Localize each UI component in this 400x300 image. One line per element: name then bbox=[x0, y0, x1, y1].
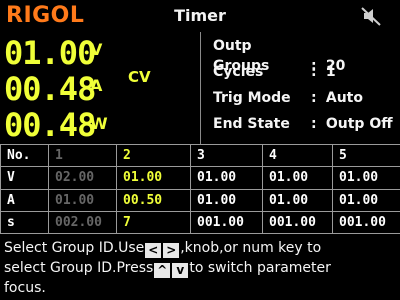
table-cell[interactable]: 7 bbox=[116, 210, 191, 235]
setting-value: Auto bbox=[325, 90, 363, 106]
column-header[interactable]: 4 bbox=[262, 143, 333, 168]
table-cell[interactable]: 01.00 bbox=[190, 166, 263, 190]
setting-value: 1 bbox=[325, 64, 336, 80]
column-header: No. bbox=[0, 143, 49, 168]
help-line-2: select Group ID.Press bbox=[4, 260, 154, 276]
timer-group-table: No. 1 2 3 4 5 V 02.00 01.00 01.00 01.00 … bbox=[0, 143, 400, 235]
power-readout: 00.48 bbox=[4, 106, 96, 144]
table-cell[interactable]: 01.00 bbox=[48, 188, 117, 212]
table-cell[interactable]: 002.00 bbox=[48, 210, 117, 235]
column-header[interactable]: 2 bbox=[116, 143, 191, 168]
down-arrow-key-icon: v bbox=[172, 263, 189, 278]
table-cell[interactable]: 01.00 bbox=[262, 188, 333, 212]
table-cell[interactable]: 001.00 bbox=[190, 210, 263, 235]
left-arrow-key-icon: < bbox=[145, 243, 162, 258]
table-cell[interactable]: 001.00 bbox=[262, 210, 333, 235]
timer-settings-panel: Outp Groups: 20 Cycles: 1 Trig Mode: Aut… bbox=[201, 32, 400, 144]
setting-label: Cycles bbox=[213, 64, 264, 80]
voltage-unit: V bbox=[90, 40, 103, 59]
mute-icon bbox=[361, 7, 381, 26]
table-cell[interactable]: 01.00 bbox=[332, 166, 400, 190]
table-cell[interactable]: 01.00 bbox=[116, 166, 191, 190]
setting-cycles[interactable]: Cycles: 1 bbox=[213, 62, 336, 82]
setting-end-state[interactable]: End State: Outp Off bbox=[213, 114, 393, 134]
voltage-readout: 01.00 bbox=[4, 34, 96, 72]
table-cell[interactable]: 00.50 bbox=[116, 188, 191, 212]
row-label: V bbox=[0, 166, 49, 190]
row-label: A bbox=[0, 188, 49, 212]
table-cell[interactable]: 01.00 bbox=[190, 188, 263, 212]
output-readout-panel: 01.00 V CV 00.48 A 00.48 W bbox=[0, 32, 201, 144]
setting-trig-mode[interactable]: Trig Mode: Auto bbox=[213, 88, 363, 108]
table-cell[interactable]: 01.00 bbox=[332, 188, 400, 212]
right-arrow-key-icon: > bbox=[163, 243, 180, 258]
help-text: Select Group ID.Use < > ,knob,or num key to… bbox=[4, 238, 398, 298]
help-line-1-end: ,knob,or num key to bbox=[180, 240, 322, 256]
power-unit: W bbox=[90, 114, 108, 133]
setting-label: End State bbox=[213, 116, 290, 132]
setting-value: Outp Off bbox=[325, 116, 393, 132]
help-line-2-end: to switch parameter bbox=[189, 260, 331, 276]
column-header[interactable]: 5 bbox=[332, 143, 400, 168]
column-header[interactable]: 3 bbox=[190, 143, 263, 168]
setting-label: Trig Mode bbox=[213, 90, 291, 106]
table-header-row: No. 1 2 3 4 5 bbox=[0, 143, 400, 168]
table-cell[interactable]: 001.00 bbox=[332, 210, 400, 235]
help-line-3: focus. bbox=[4, 280, 46, 296]
table-cell[interactable]: 02.00 bbox=[48, 166, 117, 190]
cv-mode-indicator: CV bbox=[128, 68, 151, 86]
table-row: s 002.00 7 001.00 001.00 001.00 bbox=[0, 210, 400, 235]
current-unit: A bbox=[90, 76, 103, 95]
page-title: Timer bbox=[174, 6, 226, 25]
current-readout: 00.48 bbox=[4, 70, 96, 108]
row-label: s bbox=[0, 210, 49, 235]
table-cell[interactable]: 01.00 bbox=[262, 166, 333, 190]
table-row: V 02.00 01.00 01.00 01.00 01.00 bbox=[0, 166, 400, 190]
up-arrow-key-icon: ^ bbox=[154, 263, 171, 278]
help-line-1: Select Group ID.Use bbox=[4, 240, 145, 256]
top-bar: RIGOL Timer bbox=[0, 0, 400, 32]
column-header[interactable]: 1 bbox=[48, 143, 117, 168]
table-row: A 01.00 00.50 01.00 01.00 01.00 bbox=[0, 188, 400, 212]
